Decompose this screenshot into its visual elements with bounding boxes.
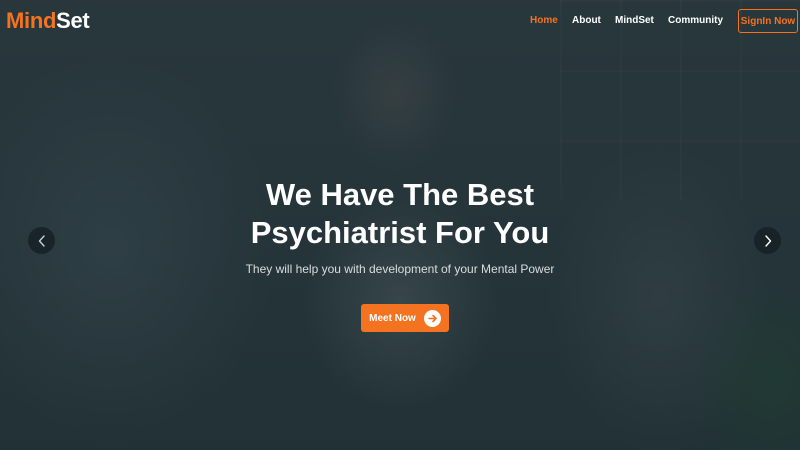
nav-about[interactable]: About xyxy=(572,15,601,26)
meet-now-label: Meet Now xyxy=(369,312,416,324)
hero-headline-line1: We Have The Best xyxy=(265,177,535,212)
arrow-right-icon xyxy=(423,309,441,327)
navbar: MindSet Home About MindSet Community Sig… xyxy=(0,0,800,40)
brand-logo[interactable]: MindSet xyxy=(6,8,90,34)
meet-now-button[interactable]: Meet Now xyxy=(361,304,449,332)
signin-button[interactable]: SignIn Now xyxy=(738,9,798,33)
nav-community[interactable]: Community xyxy=(668,15,723,26)
brand-logo-part2: Set xyxy=(56,8,90,33)
nav-home[interactable]: Home xyxy=(530,15,558,26)
hero-subheading: They will help you with development of y… xyxy=(245,262,555,276)
nav-mindset[interactable]: MindSet xyxy=(615,15,654,26)
hero-headline: We Have The Best Psychiatrist For You xyxy=(0,176,800,252)
brand-logo-part1: Mind xyxy=(6,8,57,33)
hero-headline-line2: Psychiatrist For You xyxy=(250,215,550,250)
